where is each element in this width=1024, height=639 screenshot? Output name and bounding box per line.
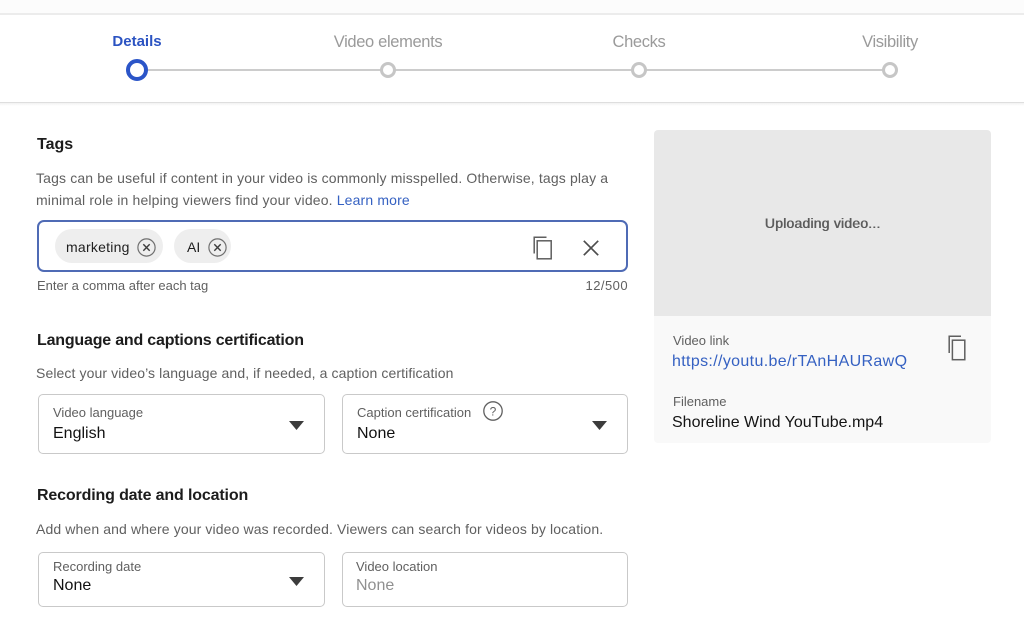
svg-text:?: ? bbox=[490, 405, 497, 419]
